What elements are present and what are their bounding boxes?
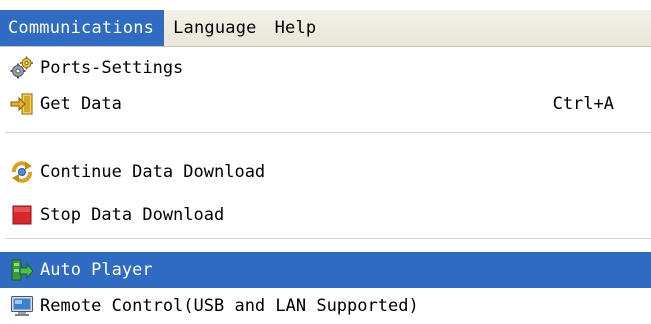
menu-separator bbox=[5, 132, 651, 134]
auto-player-icon bbox=[10, 258, 34, 282]
menu-separator bbox=[5, 238, 651, 240]
menu-item-ports-settings[interactable]: Ports-Settings bbox=[0, 50, 651, 86]
refresh-icon bbox=[10, 160, 34, 184]
menu-item-continue-data-download[interactable]: Continue Data Download bbox=[0, 154, 651, 190]
menu-item-get-data[interactable]: Get Data Ctrl+A bbox=[0, 86, 651, 122]
menu-communications[interactable]: Communications bbox=[0, 10, 165, 46]
stop-icon bbox=[10, 203, 34, 227]
communications-dropdown: Ports-Settings Get Data Ctrl+A Continue … bbox=[0, 47, 651, 324]
menu-item-label: Auto Player bbox=[40, 260, 153, 280]
menu-item-label: Ports-Settings bbox=[40, 58, 184, 78]
menu-help[interactable]: Help bbox=[266, 10, 326, 46]
menu-item-auto-player[interactable]: Auto Player bbox=[0, 252, 651, 288]
menu-item-label: Stop Data Download bbox=[40, 205, 225, 225]
menu-bar: Communications Language Help bbox=[0, 10, 651, 47]
menu-item-label: Continue Data Download bbox=[40, 162, 266, 182]
monitor-icon bbox=[10, 294, 34, 318]
window-top-edge bbox=[0, 0, 651, 10]
menu-item-label: Remote Control(USB and LAN Supported) bbox=[40, 296, 419, 316]
menu-item-stop-data-download[interactable]: Stop Data Download bbox=[0, 197, 651, 233]
gears-icon bbox=[10, 56, 34, 80]
shortcut-label: Ctrl+A bbox=[552, 94, 614, 114]
menu-item-remote-control[interactable]: Remote Control(USB and LAN Supported) bbox=[0, 288, 651, 324]
import-icon bbox=[10, 92, 34, 116]
menu-language[interactable]: Language bbox=[164, 10, 265, 46]
